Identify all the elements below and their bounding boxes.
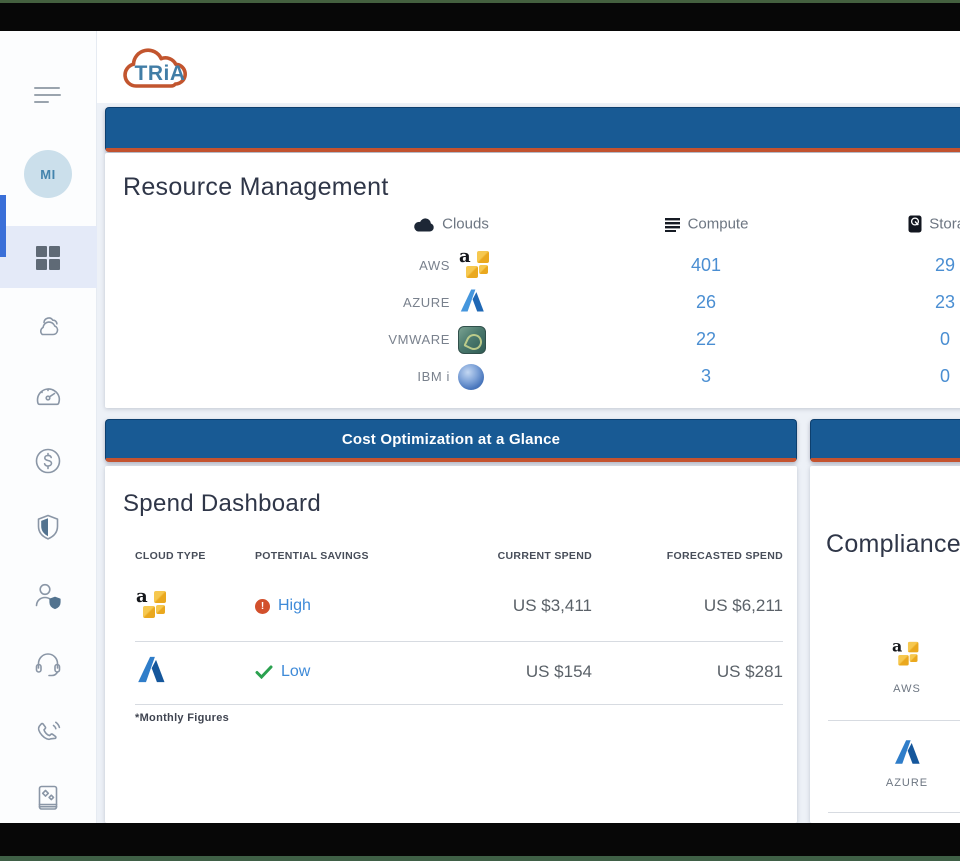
user-shield-icon	[35, 583, 61, 610]
top-black-bar	[0, 0, 960, 31]
tria-logo[interactable]: TRiA	[114, 39, 206, 99]
monthly-figures-note: *Monthly Figures	[135, 712, 230, 724]
compliance-title: Compliance	[826, 530, 960, 558]
savings-badge: ! High	[255, 597, 311, 615]
vmware-icon	[458, 325, 486, 354]
table-row: VMWARE 22 0	[105, 321, 960, 358]
app-root: MI TRiA Resource Management Clouds Compu…	[0, 0, 960, 861]
bottom-black-bar	[0, 823, 960, 861]
divider	[828, 812, 960, 813]
gauge-icon	[36, 388, 61, 406]
table-row: Low US $154 US $281	[105, 646, 797, 698]
table-row: AWS a 401 29	[105, 246, 960, 284]
ibm-i-icon	[458, 363, 484, 390]
savings-badge: Low	[255, 663, 310, 681]
aws-icon: a	[891, 637, 923, 670]
top-banner	[105, 107, 960, 152]
storage-icon	[908, 215, 922, 233]
avatar[interactable]: MI	[24, 150, 72, 198]
sidebar-item-clouds[interactable]	[31, 309, 65, 343]
sidebar-item-cost[interactable]	[31, 444, 65, 478]
azure-icon	[892, 740, 922, 770]
check-icon	[255, 665, 273, 679]
sidebar-selected-indicator	[0, 195, 6, 257]
sidebar-item-security[interactable]	[31, 511, 65, 545]
cost-optimization-banner-title: Cost Optimization at a Glance	[341, 430, 561, 448]
sidebar-item-monitoring[interactable]	[31, 376, 65, 410]
journal-icon	[38, 785, 58, 810]
headset-icon	[35, 653, 61, 677]
compliance-banner	[810, 419, 960, 462]
column-header-compute: Compute	[606, 215, 806, 239]
divider	[135, 641, 783, 642]
cost-optimization-banner: Cost Optimization at a Glance	[105, 419, 797, 462]
resource-management-title: Resource Management	[123, 173, 389, 201]
divider	[828, 720, 960, 721]
azure-icon	[458, 287, 486, 318]
logo-text: TRiA	[135, 62, 186, 85]
compute-icon	[664, 217, 680, 232]
sidebar-item-docs[interactable]	[31, 781, 65, 815]
aws-icon: a	[135, 586, 171, 623]
compliance-item: AZURE	[820, 738, 960, 789]
sidebar-item-identity[interactable]	[31, 579, 65, 613]
table-row: a ! High US $3,411 US $6,211	[105, 580, 797, 632]
grid-icon	[36, 246, 60, 270]
shield-icon	[37, 514, 59, 540]
dollar-icon	[35, 448, 61, 474]
sidebar: MI	[0, 31, 97, 823]
table-row: AZURE 26 23	[105, 284, 960, 321]
table-row: IBM i 3 0	[105, 358, 960, 395]
clouds-icon	[39, 317, 59, 336]
phone-icon	[37, 721, 61, 741]
column-header-storage: Storage	[845, 215, 960, 239]
spend-table-header: CLOUD TYPE POTENTIAL SAVINGS CURRENT SPE…	[135, 550, 783, 562]
spend-dashboard-title: Spend Dashboard	[123, 490, 321, 517]
aws-icon: a	[458, 246, 494, 283]
sidebar-item-support[interactable]	[31, 647, 65, 681]
azure-icon	[135, 654, 167, 691]
spend-dashboard-card: Spend Dashboard CLOUD TYPE POTENTIAL SAV…	[105, 466, 797, 823]
compliance-item: a AWS	[820, 637, 960, 695]
compliance-card: Compliance a AWS AZURE	[810, 466, 960, 823]
divider	[135, 704, 783, 705]
column-header-clouds: Clouds	[361, 215, 541, 239]
menu-icon[interactable]	[34, 87, 62, 107]
sidebar-item-contact[interactable]	[31, 715, 65, 749]
sidebar-item-dashboard[interactable]	[31, 241, 65, 275]
cloud-icon	[414, 217, 434, 232]
resource-management-card: Resource Management Clouds Compute Stor a…	[105, 153, 960, 408]
high-alert-icon: !	[255, 598, 270, 614]
